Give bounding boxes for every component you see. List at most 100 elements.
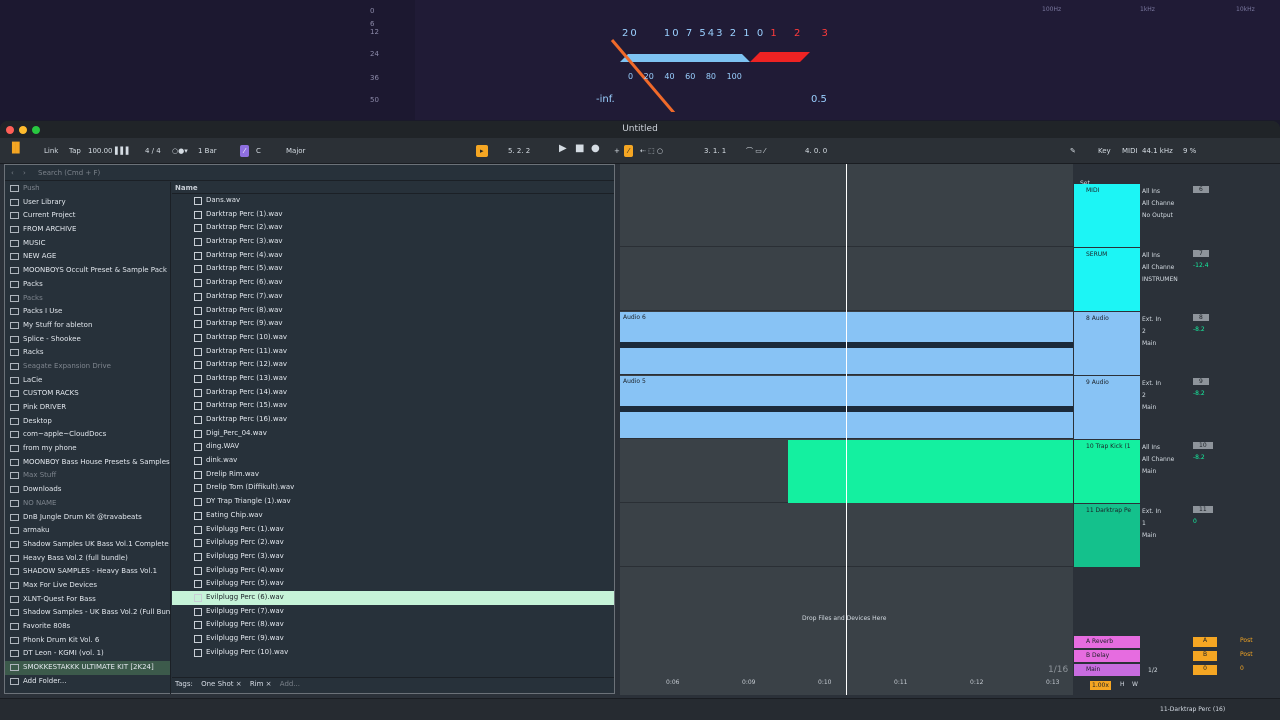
file-row[interactable]: Darktrap Perc (10).wav: [172, 331, 614, 345]
sidebar-item[interactable]: Racks: [5, 346, 170, 360]
io-select[interactable]: Main: [1142, 466, 1192, 478]
io-select[interactable]: All Ins: [1142, 250, 1192, 262]
loop-icon[interactable]: ⌒ ▭ ⁄: [746, 145, 765, 157]
file-row[interactable]: Darktrap Perc (6).wav: [172, 276, 614, 290]
sidebar-item[interactable]: User Library: [5, 196, 170, 210]
io-select[interactable]: Ext. In: [1142, 314, 1192, 326]
file-row[interactable]: Evilplugg Perc (5).wav: [172, 577, 614, 591]
sidebar-item[interactable]: Packs: [5, 292, 170, 306]
volume-value[interactable]: -8.2: [1193, 326, 1263, 333]
io-select[interactable]: All Ins: [1142, 442, 1192, 454]
search-input[interactable]: Search (Cmd + F): [38, 165, 100, 181]
sidebar-item[interactable]: Current Project: [5, 209, 170, 223]
file-row[interactable]: Darktrap Perc (4).wav: [172, 249, 614, 263]
sidebar-item[interactable]: CUSTOM RACKS: [5, 387, 170, 401]
file-row[interactable]: Darktrap Perc (12).wav: [172, 358, 614, 372]
file-row[interactable]: Drelip Tom (Diffikult).wav: [172, 481, 614, 495]
sidebar-item[interactable]: FROM ARCHIVE: [5, 223, 170, 237]
sidebar-item[interactable]: My Stuff for ableton: [5, 319, 170, 333]
follow-icon[interactable]: ▸: [476, 145, 488, 157]
file-row[interactable]: Darktrap Perc (5).wav: [172, 262, 614, 276]
minimize-button[interactable]: [19, 126, 27, 134]
volume-value[interactable]: -12.4: [1193, 262, 1263, 269]
io-select[interactable]: INSTRUMEN: [1142, 274, 1192, 286]
track-header[interactable]: 9 Audio: [1074, 376, 1140, 439]
track-activator[interactable]: 11: [1193, 506, 1213, 513]
sidebar-item[interactable]: Push: [5, 182, 170, 196]
sidebar-item[interactable]: NO NAME: [5, 497, 170, 511]
track-header[interactable]: 8 Audio: [1074, 312, 1140, 375]
tempo-field[interactable]: 100.00: [88, 145, 113, 157]
tag-chip[interactable]: Rim: [250, 680, 264, 688]
return-activator[interactable]: 0: [1193, 665, 1217, 675]
io-select[interactable]: All Channe: [1142, 262, 1192, 274]
io-select[interactable]: Ext. In: [1142, 378, 1192, 390]
play-icon[interactable]: ▶: [559, 143, 567, 155]
file-row[interactable]: dink.wav: [172, 454, 614, 468]
scale-icon[interactable]: ⁄: [240, 145, 250, 157]
sidebar-item[interactable]: Phonk Drum Kit Vol. 6: [5, 634, 170, 648]
return-activator[interactable]: B: [1193, 651, 1217, 661]
file-row[interactable]: Darktrap Perc (8).wav: [172, 304, 614, 318]
return-activator[interactable]: A: [1193, 637, 1217, 647]
sidebar-item[interactable]: Add Folder...: [5, 675, 170, 689]
sidebar-item[interactable]: Splice - Shookee: [5, 333, 170, 347]
name-column-header[interactable]: Name: [172, 182, 614, 194]
sidebar-item[interactable]: DT Leon - KGMI (vol. 1): [5, 647, 170, 661]
sidebar-item[interactable]: Packs I Use: [5, 305, 170, 319]
io-select[interactable]: Main: [1142, 338, 1192, 350]
key-map-button[interactable]: Key: [1098, 145, 1111, 157]
file-row[interactable]: Darktrap Perc (16).wav: [172, 413, 614, 427]
file-row[interactable]: Digi_Perc_04.wav: [172, 427, 614, 441]
io-select[interactable]: 1: [1142, 518, 1192, 530]
io-select[interactable]: Main: [1142, 402, 1192, 414]
file-row[interactable]: Dans.wav: [172, 194, 614, 208]
file-row[interactable]: Evilplugg Perc (2).wav: [172, 536, 614, 550]
browser-toggle-icon[interactable]: ▐▌: [8, 143, 23, 155]
io-select[interactable]: All Channe: [1142, 454, 1192, 466]
sidebar-item[interactable]: LaCie: [5, 374, 170, 388]
sidebar-item[interactable]: MOONBOYS Occult Preset & Sample Pack: [5, 264, 170, 278]
file-row[interactable]: Darktrap Perc (9).wav: [172, 317, 614, 331]
track-activator[interactable]: 7: [1193, 250, 1209, 257]
record-icon[interactable]: ●: [591, 143, 600, 155]
file-row[interactable]: Darktrap Perc (15).wav: [172, 399, 614, 413]
post-toggle[interactable]: 0: [1240, 665, 1244, 672]
sidebar-item[interactable]: Shadow Samples - UK Bass Vol.2 (Full Bun…: [5, 606, 170, 620]
file-row[interactable]: Evilplugg Perc (6).wav: [172, 590, 614, 605]
track-header[interactable]: 11 Darktrap Pe: [1074, 504, 1140, 567]
return-track-header[interactable]: B Delay: [1074, 650, 1140, 662]
sidebar-item[interactable]: MUSIC: [5, 237, 170, 251]
io-select[interactable]: All Ins: [1142, 186, 1192, 198]
loop-length[interactable]: 4. 0. 0: [805, 145, 827, 157]
h-toggle[interactable]: H: [1120, 681, 1125, 688]
return-track-header[interactable]: A Reverb: [1074, 636, 1140, 648]
post-toggle[interactable]: Post: [1240, 637, 1253, 644]
file-row[interactable]: Evilplugg Perc (10).wav: [172, 646, 614, 660]
sidebar-item[interactable]: Heavy Bass Vol.2 (full bundle): [5, 552, 170, 566]
file-row[interactable]: Evilplugg Perc (9).wav: [172, 632, 614, 646]
forward-icon[interactable]: ›: [23, 165, 26, 181]
volume-value[interactable]: -8.2: [1193, 390, 1263, 397]
track-activator[interactable]: 6: [1193, 186, 1209, 193]
stop-icon[interactable]: ■: [575, 143, 584, 155]
post-toggle[interactable]: Post: [1240, 651, 1253, 658]
track-header[interactable]: SERUM: [1074, 248, 1140, 311]
sidebar-item[interactable]: NEW AGE: [5, 250, 170, 264]
file-row[interactable]: Darktrap Perc (14).wav: [172, 386, 614, 400]
scale-select[interactable]: Major: [286, 145, 305, 157]
track-activator[interactable]: 9: [1193, 378, 1209, 385]
io-select[interactable]: 2: [1142, 390, 1192, 402]
io-select[interactable]: No Output: [1142, 210, 1192, 222]
close-button[interactable]: [6, 126, 14, 134]
io-select[interactable]: Ext. In: [1142, 506, 1192, 518]
file-row[interactable]: Evilplugg Perc (7).wav: [172, 605, 614, 619]
back-icon[interactable]: ‹: [11, 165, 14, 181]
file-row[interactable]: Evilplugg Perc (4).wav: [172, 564, 614, 578]
sidebar-item[interactable]: Pink DRIVER: [5, 401, 170, 415]
sidebar-item[interactable]: DnB Jungle Drum Kit @travabeats: [5, 511, 170, 525]
file-row[interactable]: Darktrap Perc (11).wav: [172, 345, 614, 359]
sidebar-item[interactable]: SHADOW SAMPLES - Heavy Bass Vol.1: [5, 565, 170, 579]
file-row[interactable]: Darktrap Perc (7).wav: [172, 290, 614, 304]
file-row[interactable]: Darktrap Perc (1).wav: [172, 208, 614, 222]
